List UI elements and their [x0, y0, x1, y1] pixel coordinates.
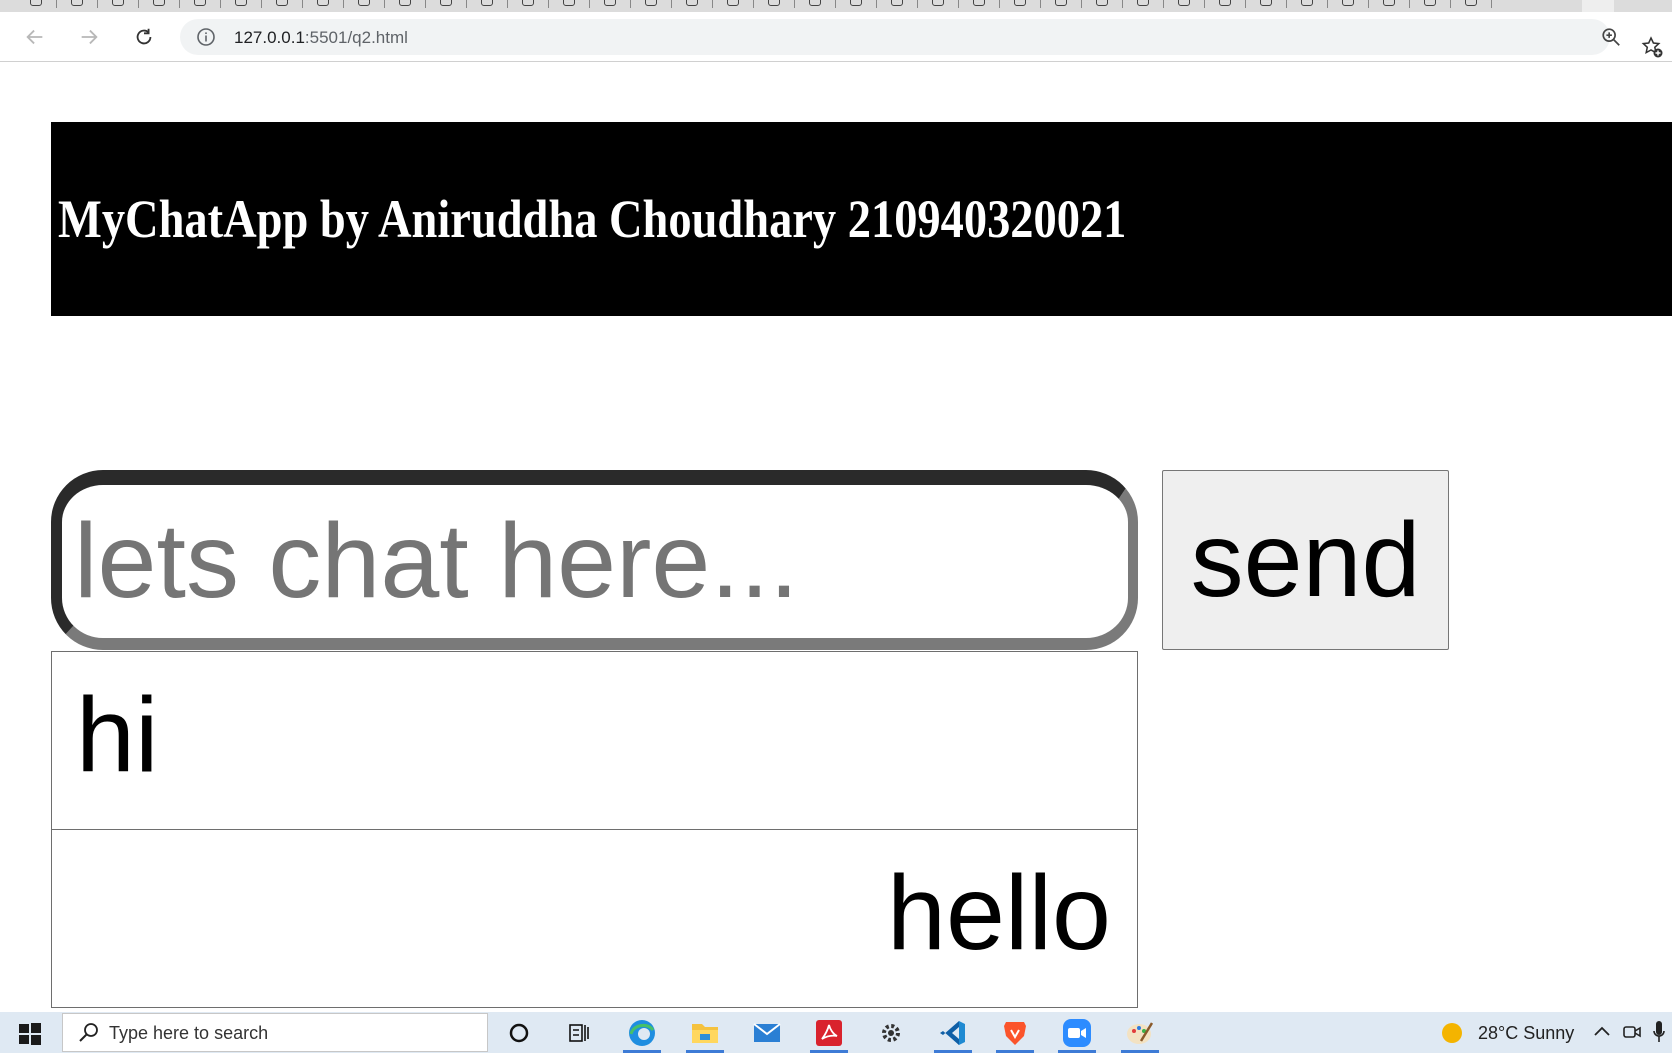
info-icon[interactable] [196, 27, 216, 47]
settings-button[interactable] [868, 1015, 914, 1051]
browser-tab[interactable] [881, 0, 922, 12]
brave-button[interactable] [992, 1015, 1038, 1053]
new-tab-button[interactable] [1582, 0, 1614, 12]
zoom-icon [1063, 1019, 1091, 1047]
browser-tab[interactable] [963, 0, 1004, 12]
brave-icon [1004, 1022, 1026, 1045]
microphone-icon[interactable] [1652, 1020, 1666, 1044]
browser-tab[interactable] [799, 0, 840, 12]
browser-tab[interactable] [225, 0, 266, 12]
arrow-left-icon [26, 29, 43, 45]
gear-icon [882, 1024, 900, 1042]
message-list: hi hello [51, 651, 1138, 1008]
browser-tab[interactable] [1127, 0, 1168, 12]
browser-tab[interactable] [1086, 0, 1127, 12]
browser-tab[interactable] [758, 0, 799, 12]
cortana-button[interactable] [496, 1015, 542, 1051]
address-bar[interactable]: 127.0.0.1:5501/q2.html [180, 19, 1620, 55]
vscode-button[interactable] [930, 1015, 976, 1053]
acrobat-button[interactable] [806, 1015, 852, 1053]
browser-tab[interactable] [102, 0, 143, 12]
send-button[interactable]: send [1162, 470, 1449, 650]
browser-tab[interactable] [143, 0, 184, 12]
browser-tab[interactable] [1414, 0, 1455, 12]
browser-tab[interactable] [840, 0, 881, 12]
forward-button[interactable] [75, 23, 103, 51]
message-text: hello [887, 854, 1111, 972]
zoom-app-button[interactable] [1054, 1015, 1100, 1053]
cortana-icon [509, 1023, 529, 1043]
search-placeholder: Type here to search [109, 1023, 269, 1043]
app-header: MyChatApp by Aniruddha Choudhary 2109403… [51, 122, 1672, 316]
windows-taskbar: Type here to search 28°C Sunny [0, 1012, 1672, 1053]
page-title: MyChatApp by Aniruddha Choudhary 2109403… [58, 189, 1127, 249]
mail-button[interactable] [744, 1015, 790, 1051]
browser-tab[interactable] [471, 0, 512, 12]
browser-tab[interactable] [307, 0, 348, 12]
paint-icon [1127, 1022, 1154, 1044]
url-host: 127.0.0.1 [234, 28, 305, 47]
browser-tab[interactable] [266, 0, 307, 12]
browser-tab-strip [0, 0, 1672, 12]
task-view-button[interactable] [556, 1015, 602, 1051]
chevron-up-icon[interactable] [1592, 1022, 1612, 1042]
browser-tab[interactable] [389, 0, 430, 12]
acrobat-icon [816, 1020, 842, 1046]
browser-tab[interactable] [61, 0, 102, 12]
message-text: hi [76, 676, 159, 794]
browser-tab[interactable] [430, 0, 471, 12]
zoom-in-icon[interactable] [1600, 26, 1622, 48]
file-explorer-button[interactable] [682, 1015, 728, 1053]
browser-tab[interactable] [1250, 0, 1291, 12]
chat-input[interactable] [51, 470, 1138, 650]
browser-tab[interactable] [1168, 0, 1209, 12]
add-favorite-icon[interactable] [1640, 35, 1664, 59]
browser-tab[interactable] [1291, 0, 1332, 12]
browser-tab[interactable] [717, 0, 758, 12]
task-view-icon [569, 1024, 589, 1042]
browser-tab[interactable] [635, 0, 676, 12]
browser-tab[interactable] [512, 0, 553, 12]
message-item: hello [51, 829, 1138, 1008]
search-icon [79, 1023, 98, 1042]
mail-icon [753, 1023, 781, 1042]
edge-taskbar-button[interactable] [619, 1015, 665, 1053]
windows-start-icon[interactable] [18, 1022, 42, 1046]
browser-tab[interactable] [922, 0, 963, 12]
browser-tab[interactable] [1332, 0, 1373, 12]
reload-button[interactable] [130, 23, 158, 51]
browser-tab[interactable] [348, 0, 389, 12]
browser-tab[interactable] [1045, 0, 1086, 12]
browser-tab[interactable] [1209, 0, 1250, 12]
weather-text[interactable]: 28°C Sunny [1478, 1023, 1574, 1044]
back-button[interactable] [21, 23, 49, 51]
browser-tab[interactable] [20, 0, 61, 12]
browser-tab[interactable] [676, 0, 717, 12]
browser-tab[interactable] [1373, 0, 1414, 12]
arrow-right-icon [81, 29, 98, 45]
taskbar-search[interactable]: Type here to search [62, 1013, 488, 1052]
sun-icon[interactable] [1440, 1021, 1464, 1045]
paint-button[interactable] [1117, 1015, 1163, 1053]
url-text[interactable]: 127.0.0.1:5501/q2.html [234, 28, 408, 48]
browser-toolbar: 127.0.0.1:5501/q2.html [0, 12, 1672, 62]
browser-tab[interactable] [184, 0, 225, 12]
browser-tab[interactable] [1004, 0, 1045, 12]
reload-icon [136, 28, 152, 45]
browser-tab[interactable] [594, 0, 635, 12]
message-item: hi [51, 651, 1138, 830]
browser-tab[interactable] [553, 0, 594, 12]
browser-tab[interactable] [1455, 0, 1496, 12]
vscode-icon [940, 1021, 965, 1045]
file-explorer-icon [692, 1024, 718, 1043]
url-path: :5501/q2.html [304, 28, 408, 47]
meet-now-icon[interactable] [1622, 1022, 1642, 1042]
edge-icon [629, 1020, 655, 1046]
